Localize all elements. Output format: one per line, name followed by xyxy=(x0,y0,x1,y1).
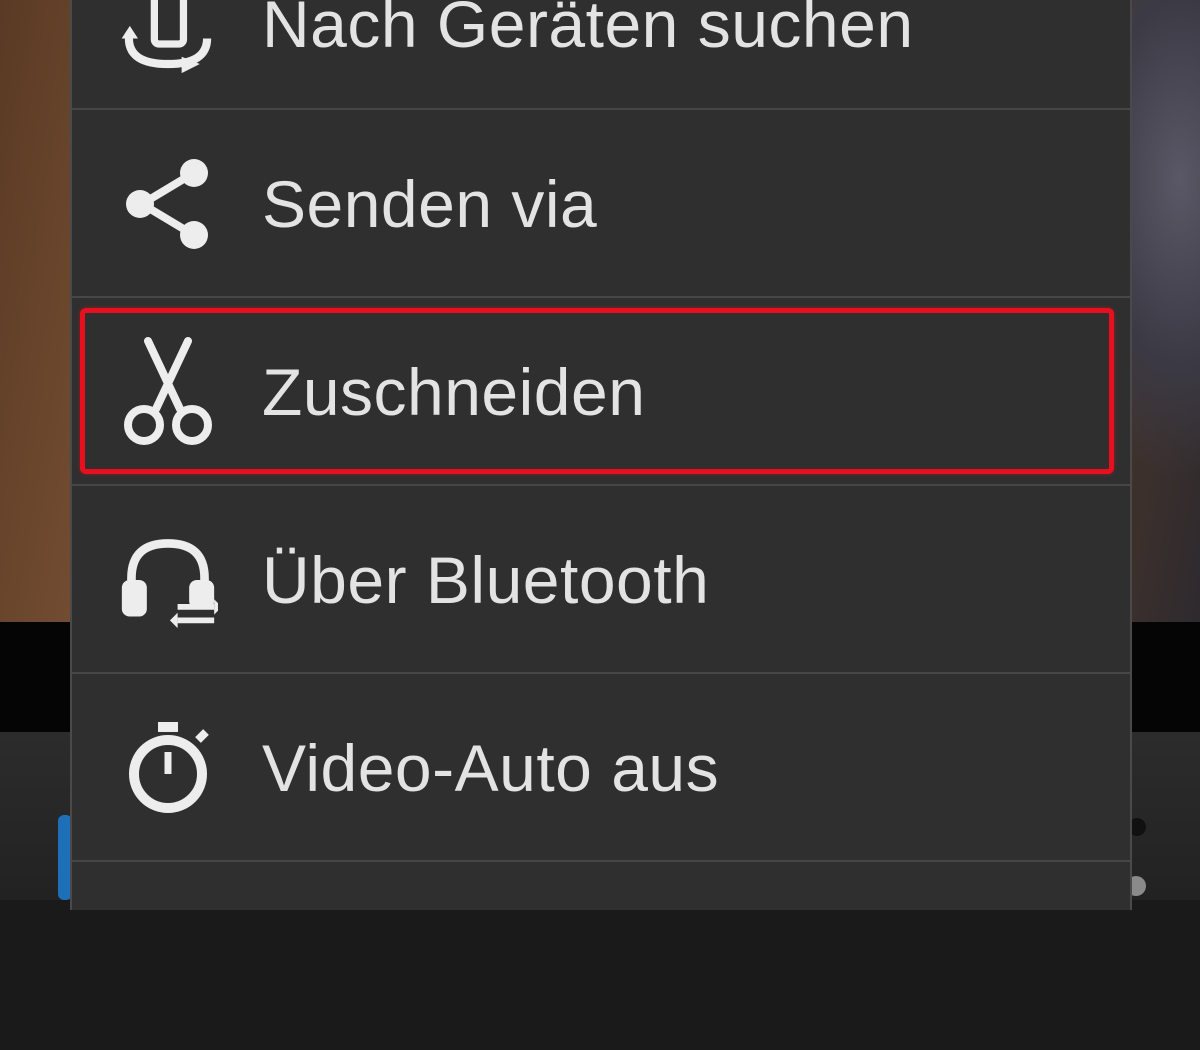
menu-item-trim[interactable]: Zuschneiden xyxy=(72,300,1130,486)
options-menu: Nach Geräten suchen Senden via Zuschneid… xyxy=(70,0,1132,910)
menu-item-next[interactable] xyxy=(72,864,1130,1050)
menu-item-search-devices[interactable]: Nach Geräten suchen xyxy=(72,0,1130,110)
menu-item-label: Zuschneiden xyxy=(262,355,646,429)
menu-item-bluetooth[interactable]: Über Bluetooth xyxy=(72,488,1130,674)
menu-item-video-auto-off[interactable]: Video-Auto aus xyxy=(72,676,1130,862)
scissors-icon xyxy=(118,337,218,445)
menu-item-label: Video-Auto aus xyxy=(262,731,720,805)
bluetooth-headset-icon xyxy=(118,530,218,630)
device-scan-icon xyxy=(118,0,218,84)
menu-item-send-via[interactable]: Senden via xyxy=(72,112,1130,298)
menu-item-label: Über Bluetooth xyxy=(262,543,710,617)
share-icon xyxy=(118,154,218,254)
stopwatch-icon xyxy=(118,718,218,818)
menu-item-label: Nach Geräten suchen xyxy=(262,0,914,61)
menu-item-label: Senden via xyxy=(262,167,598,241)
